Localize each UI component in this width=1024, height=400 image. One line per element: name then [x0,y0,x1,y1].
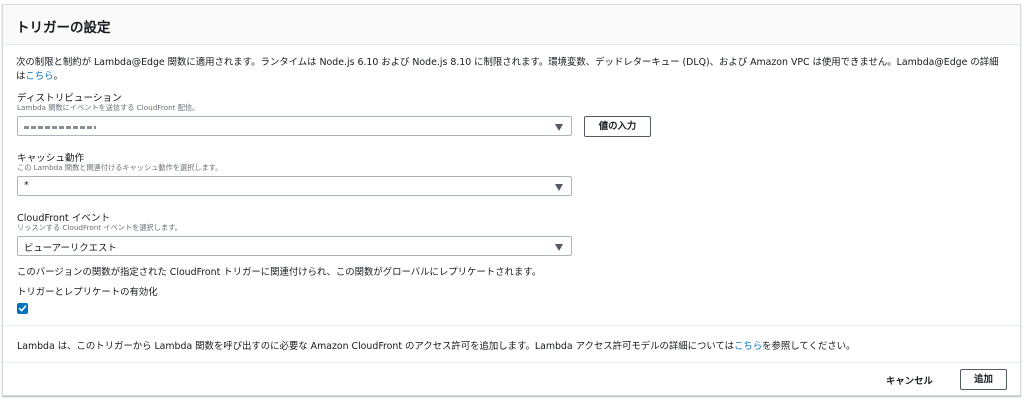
add-button[interactable]: 追加 [960,369,1007,390]
caret-down-icon [555,124,563,131]
caret-down-icon [555,184,563,191]
cloudfront-event-select[interactable]: ビューアーリクエスト [17,236,572,256]
caret-down-icon [555,244,563,251]
cloudfront-event-description: リッスンする CloudFront イベントを選択します。 [17,223,182,232]
permission-suffix: を参照してください。 [762,341,856,352]
enable-replication-checkbox[interactable] [17,303,28,314]
permission-text: Lambda は、このトリガーから Lambda 関数を呼び出すのに必要な Am… [17,341,735,352]
cache-behavior-select[interactable]: * [17,176,572,196]
distribution-label: ディストリビューション [17,93,122,104]
permission-model-link[interactable]: こちら [734,341,762,352]
cloudfront-event-select-value: ビューアーリクエスト [24,243,117,254]
enter-value-button[interactable]: 値の入力 [584,116,651,137]
cache-behavior-label: キャッシュ動作 [17,153,85,164]
checkmark-icon [18,305,27,312]
lambda-edge-details-link[interactable]: こちら [25,71,53,82]
page-title: トリガーの設定 [16,20,111,36]
enable-replication-label: トリガーとレプリケートの有効化 [17,287,158,298]
footer-divider [3,362,1020,363]
cancel-button[interactable]: キャンセル [886,373,933,387]
restrictions-note: 次の制限と制約が Lambda@Edge 関数に適用されます。ランタイムは No… [16,56,1006,84]
restrictions-text: 次の制限と制約が Lambda@Edge 関数に適用されます。ランタイムは No… [16,57,999,82]
distribution-redacted-value [24,126,96,129]
restrictions-suffix: 。 [53,71,63,82]
cache-behavior-select-value: * [24,180,29,191]
trigger-config-panel: トリガーの設定 次の制限と制約が Lambda@Edge 関数に適用されます。ラ… [2,4,1021,396]
permission-note: Lambda は、このトリガーから Lambda 関数を呼び出すのに必要な Am… [17,338,855,352]
distribution-description: Lambda 関数にイベントを送信する CloudFront 配信。 [17,103,200,112]
panel-header: トリガーの設定 [3,5,1020,45]
replication-note: このバージョンの関数が指定された CloudFront トリガーに関連付けられ、… [17,267,542,278]
cloudfront-event-label: CloudFront イベント [17,213,111,224]
distribution-select[interactable] [17,116,572,136]
section-divider [3,325,1020,326]
cache-behavior-description: この Lambda 関数と関連付けるキャッシュ動作を選択します。 [17,163,223,172]
